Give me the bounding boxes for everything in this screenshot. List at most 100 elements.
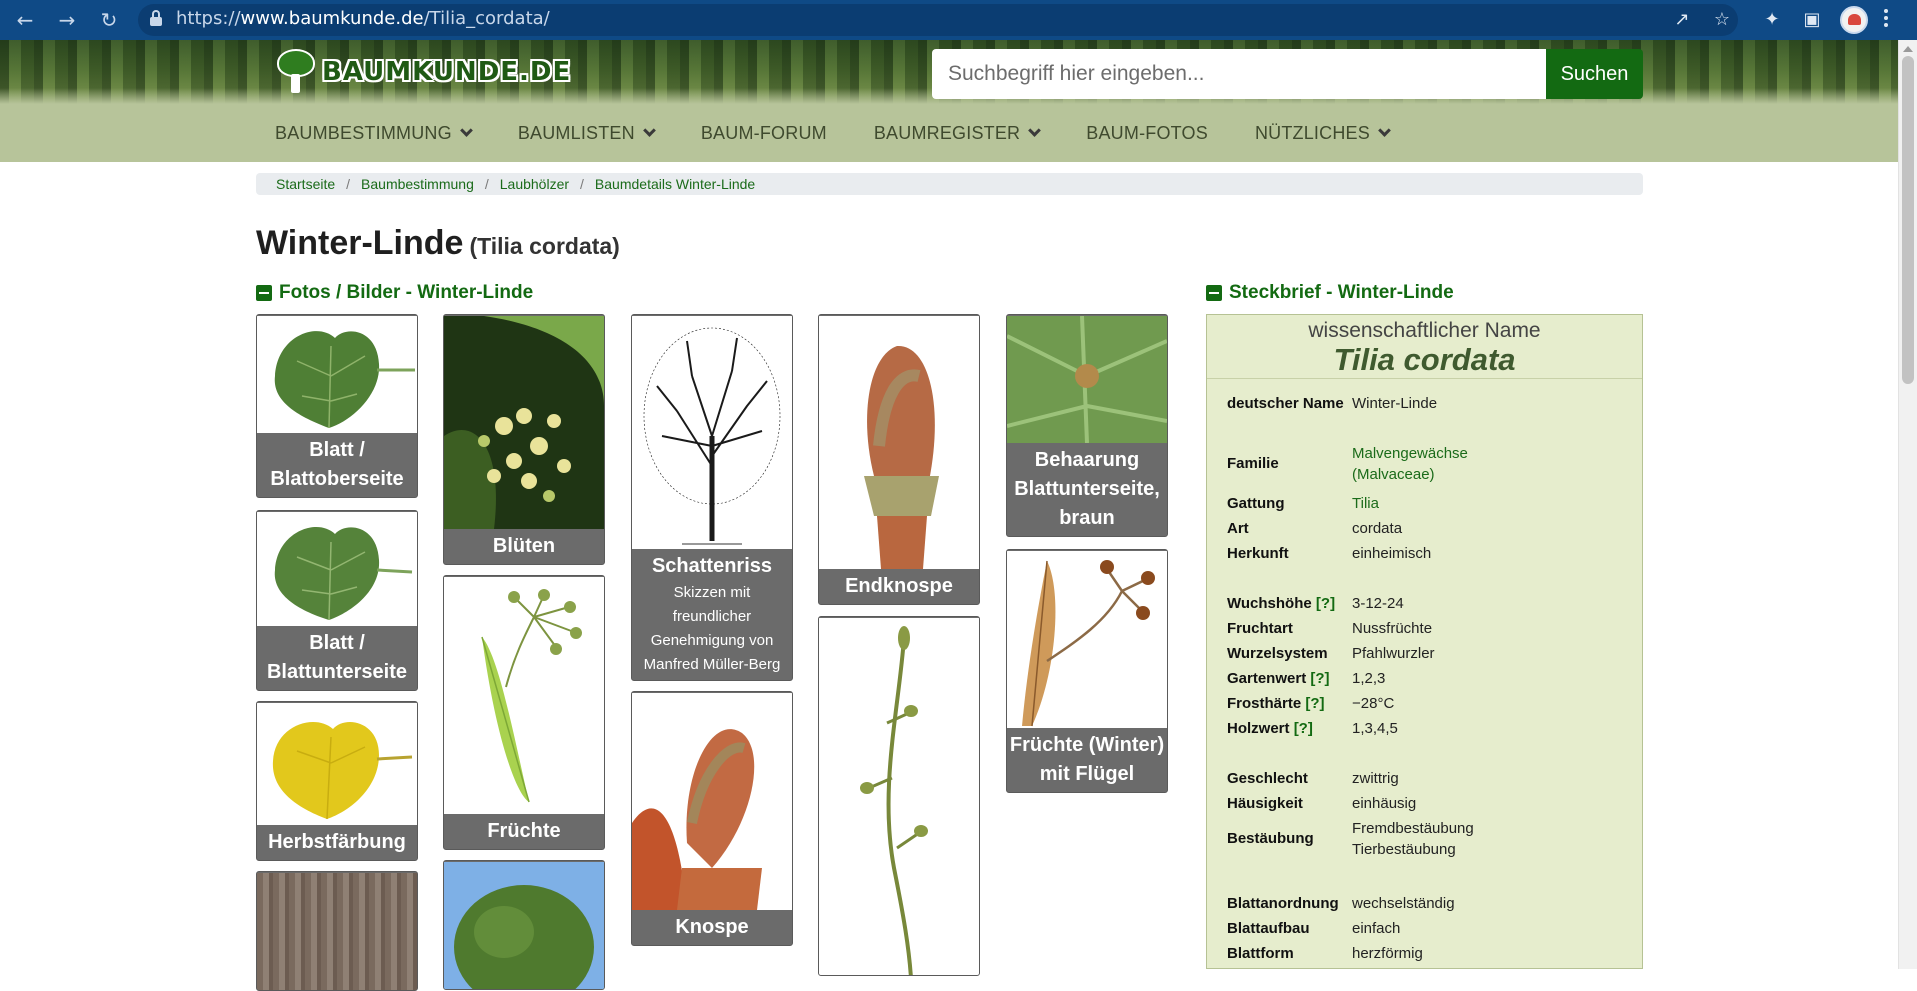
row-fruchtart: Fruchtart Nussfrüchte [1227,618,1432,639]
row-blattform: Blattform herzförmig [1227,943,1423,964]
row-value: Winter-Linde [1352,395,1438,412]
nav-baumregister[interactable]: BAUMREGISTER [874,111,1086,155]
help-link[interactable]: [?] [1316,595,1335,612]
row-key: Fruchtart [1227,620,1293,637]
page-subtitle: (Tilia cordata) [469,233,620,259]
lock-icon[interactable] [150,10,162,26]
nav-label: NÜTZLICHES [1254,122,1370,143]
photo-caption: Schattenriss Skizzen mit freundlicher Gen… [632,549,792,680]
reload-icon[interactable]: ↻ [96,7,122,33]
photo-card-fruechte-winter[interactable]: Früchte (Winter) mit Flügel [1006,549,1168,793]
row-art: Art cordata [1227,518,1402,539]
browser-menu-icon[interactable] [1884,9,1890,31]
blossom-image [444,316,604,529]
page-title: Winter-Linde (Tilia cordata) [256,224,620,263]
chevron-down-icon [1028,123,1042,137]
scroll-up-icon[interactable] [1903,46,1913,52]
nav-label: BAUM-FOTOS [1086,122,1208,143]
row-holzwert: Holzwert [?] 1,3,4,5 [1227,718,1398,739]
row-value: einhäusig [1352,795,1417,812]
breadcrumb: Startseite / Baumbestimmung / Laubhölzer… [256,173,1643,195]
row-blattaufbau: Blattaufbau einfach [1227,918,1400,939]
photo-card-behaarung[interactable]: Behaarung Blattunterseite, braun [1006,314,1168,537]
breadcrumb-separator: / [484,176,489,192]
chevron-down-icon [642,123,656,137]
twig-image [819,618,979,975]
row-deutscher-name: deutscher Name Winter-Linde [1227,393,1437,414]
nav-nuetzliches[interactable]: NÜTZLICHES [1255,111,1436,155]
photo-caption: Endknospe [845,575,953,597]
row-key: Familie [1227,455,1279,472]
photo-caption: Früchte (Winter) mit Flügel [1009,734,1165,785]
photo-card-knospe[interactable]: Knospe [631,691,793,946]
search-input[interactable] [932,49,1546,99]
row-key: Herkunft [1227,545,1289,562]
row-key: Häusigkeit [1227,795,1303,812]
row-value: 1,3,4,5 [1352,720,1398,737]
silhouette-sketch-image [632,316,792,549]
photo-card-fruechte[interactable]: Früchte [443,575,605,850]
row-geschlecht: Geschlecht zwittrig [1227,768,1399,789]
nav-baumbestimmung[interactable]: BAUMBESTIMMUNG [275,111,518,155]
breadcrumb-current[interactable]: Baumdetails Winter-Linde [595,176,755,192]
photos-heading[interactable]: Fotos / Bilder - Winter-Linde [256,282,533,304]
bookmark-star-icon[interactable]: ☆ [1710,8,1734,32]
page-title-text: Winter-Linde [256,224,464,262]
photo-card-schattenriss[interactable]: Schattenriss Skizzen mit freundlicher Gen… [631,314,793,681]
scroll-thumb[interactable] [1902,56,1914,384]
photo-card-herbstfaerbung[interactable]: Herbstfärbung [256,701,418,861]
photo-card-blueten[interactable]: Blüten [443,314,605,565]
row-value: einheimisch [1352,545,1432,562]
photo-card-blattunterseite[interactable]: Blatt / Blattunterseite [256,510,418,691]
collapse-icon[interactable] [256,285,272,301]
collapse-icon[interactable] [1206,285,1222,301]
nav-baum-fotos[interactable]: BAUM-FOTOS [1086,111,1255,155]
chevron-down-icon [1378,123,1391,137]
breadcrumb-separator: / [580,176,584,192]
row-key: Blattanordnung [1227,895,1339,912]
browser-toolbar: ← → ↻ https://www.baumkunde.de/Tilia_cor… [0,0,1917,40]
panel-divider [1207,378,1642,379]
nav-baum-forum[interactable]: BAUM-FORUM [701,111,874,155]
search-button[interactable]: Suchen [1546,49,1643,99]
photo-card-endknospe[interactable]: Endknospe [818,314,980,605]
photo-card-rinde[interactable] [256,871,418,991]
row-key: Art [1227,520,1249,537]
familie-link[interactable]: Malvengewächse (Malvaceae) [1352,443,1502,485]
leaf-hair-image [1007,316,1167,443]
nav-label: BAUMLISTEN [517,122,635,143]
terminal-bud-image [819,316,979,569]
nav-baumlisten[interactable]: BAUMLISTEN [518,111,701,155]
gattung-link[interactable]: Tilia [1352,493,1379,514]
profile-avatar[interactable] [1840,6,1868,34]
breadcrumb-baumbestimmung[interactable]: Baumbestimmung [361,176,474,192]
autumn-leaf-image [257,703,417,825]
row-key: Frosthärte [1227,695,1302,712]
steckbrief-panel: wissenschaftlicher Name Tilia cordata de… [1206,314,1643,969]
help-link[interactable]: [?] [1310,670,1329,687]
breadcrumb-laubhoelzer[interactable]: Laubhölzer [500,176,569,192]
help-link[interactable]: [?] [1305,695,1324,712]
row-wurzelsystem: Wurzelsystem Pfahlwurzler [1227,643,1435,664]
main-nav: BAUMBESTIMMUNG BAUMLISTEN BAUM-FORUM BAU… [275,111,1436,155]
back-icon[interactable]: ← [12,7,38,33]
photo-card-habitus[interactable] [443,860,605,990]
help-link[interactable]: [?] [1294,720,1313,737]
photo-caption: Behaarung Blattunterseite, braun [1014,449,1160,529]
row-value: Pfahlwurzler [1352,645,1435,662]
side-panel-icon[interactable]: ▣ [1800,8,1824,32]
steckbrief-heading[interactable]: Steckbrief - Winter-Linde [1206,282,1454,304]
photo-card-blattoberseite[interactable]: Blatt / Blattoberseite [256,314,418,498]
row-key: Blattaufbau [1227,920,1310,937]
photo-caption: Knospe [675,916,749,938]
breadcrumb-home[interactable]: Startseite [276,176,335,192]
url-text[interactable]: https://www.baumkunde.de/Tilia_cordata/ [176,8,550,29]
page-scrollbar[interactable] [1898,40,1917,969]
share-icon[interactable]: ↗ [1670,8,1694,32]
forward-icon[interactable]: → [54,7,80,33]
extensions-icon[interactable]: ✦ [1760,8,1784,32]
row-value: einfach [1352,920,1401,937]
breadcrumb-separator: / [346,176,351,192]
row-value: −28°C [1352,695,1395,712]
photo-card-zweig[interactable] [818,616,980,976]
